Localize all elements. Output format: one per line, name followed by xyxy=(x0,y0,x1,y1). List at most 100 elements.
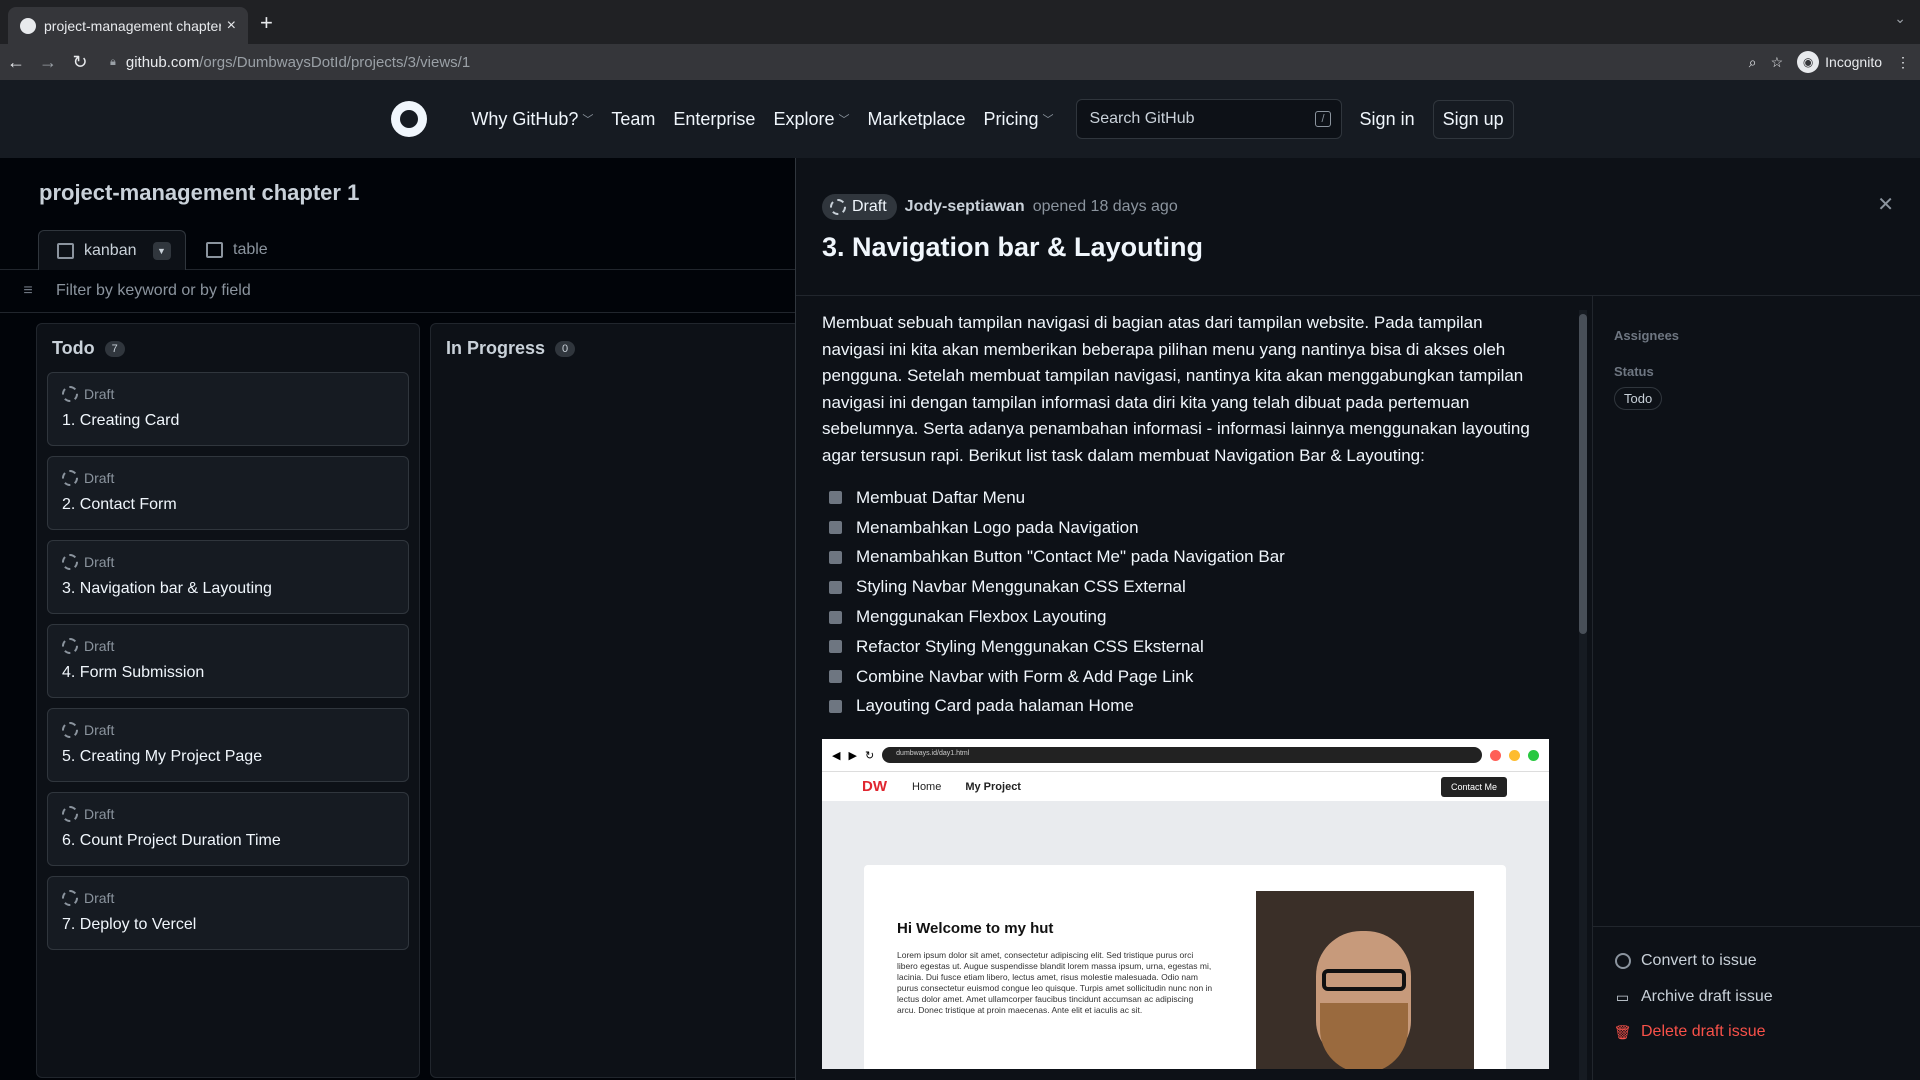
task-label: Styling Navbar Menggunakan CSS External xyxy=(856,577,1186,597)
tab-search-chevron-icon[interactable]: ⌄ xyxy=(1894,10,1906,27)
screenshot-close-dot xyxy=(1490,749,1501,761)
filter-icon: ≡ xyxy=(23,282,33,299)
task-label: Menggunakan Flexbox Layouting xyxy=(856,607,1107,627)
card[interactable]: Draft 3. Navigation bar & Layouting xyxy=(47,540,409,614)
photo-beard xyxy=(1320,1003,1408,1070)
forward-arrow-icon[interactable]: → xyxy=(32,52,64,73)
search-placeholder: Search GitHub xyxy=(1089,110,1195,127)
status-label: Status xyxy=(1614,364,1654,379)
draft-icon xyxy=(62,554,78,570)
delete-draft-button[interactable]: 🗑︎ Delete draft issue xyxy=(1614,1023,1766,1041)
nav-enterprise[interactable]: Enterprise xyxy=(673,109,755,130)
nav-marketplace[interactable]: Marketplace xyxy=(867,109,965,130)
card-title: 3. Navigation bar & Layouting xyxy=(62,580,272,597)
card[interactable]: Draft 4. Form Submission xyxy=(47,624,409,698)
card-title: 1. Creating Card xyxy=(62,412,180,429)
incognito-profile[interactable]: ◉ Incognito xyxy=(1797,51,1882,73)
nav-why-github[interactable]: Why GitHub? ﹀ xyxy=(471,109,593,130)
draft-sidebar: Assignees Status Todo Convert to issue ▭… xyxy=(1592,295,1920,1080)
convert-to-issue-button[interactable]: Convert to issue xyxy=(1614,952,1757,970)
task-checkbox[interactable] xyxy=(829,550,842,564)
back-arrow-icon[interactable]: ← xyxy=(0,52,32,73)
close-tab-icon[interactable]: × xyxy=(227,17,236,35)
assignees-label: Assignees xyxy=(1614,328,1680,343)
screenshot-max-dot xyxy=(1528,749,1539,761)
tab-table[interactable]: table xyxy=(206,230,268,270)
convert-label: Convert to issue xyxy=(1641,952,1757,969)
card-status: Draft xyxy=(84,470,115,486)
task-item: Styling Navbar Menggunakan CSS External xyxy=(822,572,1549,602)
browser-tab-strip: project-management chapter 1 × + ⌄ xyxy=(0,0,1920,44)
column-count: 0 xyxy=(555,340,576,357)
github-logo-icon[interactable] xyxy=(391,101,428,137)
archive-draft-button[interactable]: ▭ Archive draft issue xyxy=(1614,988,1773,1006)
task-item: Menggunakan Flexbox Layouting xyxy=(822,602,1549,632)
nav-explore-label: Explore xyxy=(773,108,835,129)
filter-bar[interactable]: ≡ Filter by keyword or by field xyxy=(0,270,795,313)
card-list: Draft 1. Creating Card Draft 2. Contact Fo… xyxy=(47,372,409,960)
draft-detail-panel: Draft Jody-septiawan opened 18 days ago … xyxy=(795,158,1920,1080)
task-item: Combine Navbar with Form & Add Page Link xyxy=(822,662,1549,692)
task-checkbox[interactable] xyxy=(829,670,842,684)
browser-tab[interactable]: project-management chapter 1 × xyxy=(8,7,248,44)
scrollbar-thumb[interactable] xyxy=(1579,314,1587,634)
task-label: Refactor Styling Menggunakan CSS Ekstern… xyxy=(856,636,1204,656)
card[interactable]: Draft 1. Creating Card xyxy=(47,372,409,446)
view-options-chevron-icon[interactable]: ▼ xyxy=(152,241,171,260)
task-checkbox[interactable] xyxy=(829,521,842,535)
card[interactable]: Draft 5. Creating My Project Page xyxy=(47,708,409,782)
project-title: project-management chapter 1 xyxy=(39,180,360,205)
tab-kanban[interactable]: kanban ▼ xyxy=(38,230,186,270)
task-checkbox[interactable] xyxy=(829,580,842,594)
screenshot-paragraph: Lorem ipsum dolor sit amet, consectetur … xyxy=(897,950,1213,1016)
nav-explore[interactable]: Explore ﹀ xyxy=(773,109,849,130)
close-icon[interactable]: ✕ xyxy=(1877,192,1894,217)
search-input[interactable]: Search GitHub / xyxy=(1075,99,1342,139)
table-icon xyxy=(206,242,223,258)
task-checkbox[interactable] xyxy=(829,610,842,624)
url-path: /orgs/DumbwaysDotId/projects/3/views/1 xyxy=(199,53,471,71)
sign-up-button[interactable]: Sign up xyxy=(1432,99,1514,139)
screenshot-hero-card: Hi Welcome to my hut Lorem ipsum dolor s… xyxy=(864,865,1506,1070)
scrollbar[interactable] xyxy=(1579,310,1587,1080)
card-title: 5. Creating My Project Page xyxy=(62,748,263,765)
card-title: 7. Deploy to Vercel xyxy=(62,916,197,933)
browser-menu-icon[interactable]: ⋮ xyxy=(1896,54,1910,71)
card-status: Draft xyxy=(84,806,115,822)
github-header: Why GitHub? ﹀ Team Enterprise Explore ﹀ Ma… xyxy=(0,80,1920,158)
bookmark-star-icon[interactable]: ☆ xyxy=(1771,54,1784,71)
task-checkbox[interactable] xyxy=(829,491,842,505)
screenshot-profile-photo xyxy=(1256,891,1474,1070)
search-shortcut-key: / xyxy=(1315,111,1331,127)
screenshot-logo: DW xyxy=(862,778,887,796)
author-link[interactable]: Jody-septiawan xyxy=(905,198,1025,216)
status-badge[interactable]: Todo xyxy=(1614,387,1663,410)
browser-toolbar-right: ⌕ ☆ ◉ Incognito ⋮ xyxy=(1749,44,1910,80)
project-board: project-management chapter 1 kanban ▼ ta… xyxy=(0,158,800,1080)
address-bar[interactable]: 🔒︎ github.com/orgs/DumbwaysDotId/project… xyxy=(110,44,470,80)
draft-body: Membuat sebuah tampilan navigasi di bagi… xyxy=(822,310,1549,1080)
new-tab-icon[interactable]: + xyxy=(260,10,273,36)
screenshot-url: dumbways.id/day1.html xyxy=(882,747,1482,764)
screenshot-nav-home: Home xyxy=(912,780,942,793)
column-header: Todo 7 xyxy=(52,338,125,359)
card[interactable]: Draft 6. Count Project Duration Time xyxy=(47,792,409,866)
reload-icon[interactable]: ↻ xyxy=(64,52,96,73)
nav-team[interactable]: Team xyxy=(611,109,655,130)
divider xyxy=(1593,926,1920,927)
nav-pricing[interactable]: Pricing ﹀ xyxy=(984,109,1054,130)
card[interactable]: Draft 7. Deploy to Vercel xyxy=(47,876,409,950)
card[interactable]: Draft 2. Contact Form xyxy=(47,456,409,530)
incognito-label: Incognito xyxy=(1825,54,1882,70)
column-name: Todo xyxy=(52,338,95,358)
task-item: Membuat Daftar Menu xyxy=(822,483,1549,513)
sign-in-link[interactable]: Sign in xyxy=(1360,109,1415,130)
opened-text: opened 18 days ago xyxy=(1032,198,1178,215)
card-status: Draft xyxy=(84,554,115,570)
task-item: Layouting Card pada halaman Home xyxy=(822,692,1549,722)
zoom-icon[interactable]: ⌕ xyxy=(1749,54,1757,71)
task-checkbox[interactable] xyxy=(829,699,842,713)
card-status: Draft xyxy=(84,638,115,654)
task-checkbox[interactable] xyxy=(829,640,842,654)
filter-input[interactable]: Filter by keyword or by field xyxy=(56,282,251,300)
